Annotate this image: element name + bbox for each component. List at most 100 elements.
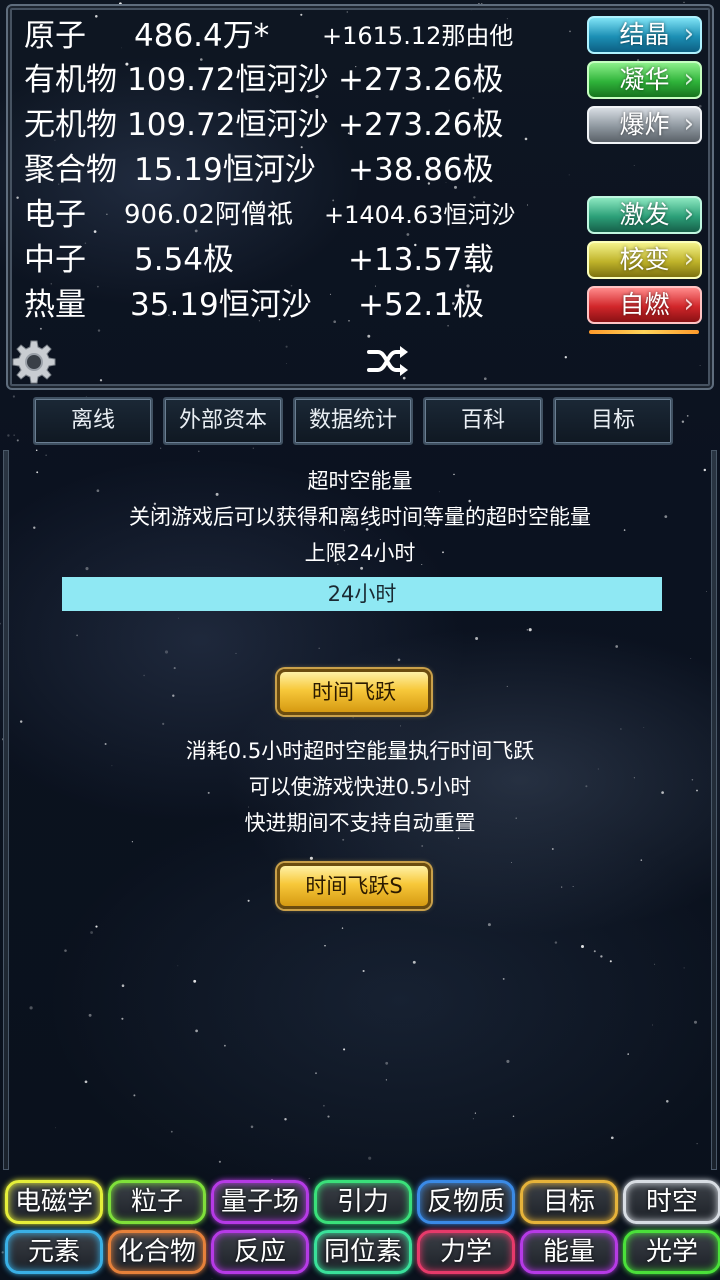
resource-rate: +38.86极 xyxy=(348,152,494,188)
star xyxy=(597,768,599,770)
star xyxy=(506,1059,510,1063)
nav-button-elements[interactable]: 元素 xyxy=(5,1230,103,1274)
star xyxy=(250,1125,254,1129)
sublimate-button[interactable]: 凝华 xyxy=(587,61,702,99)
resource-amount: 5.54极 xyxy=(134,242,235,278)
star xyxy=(593,950,596,953)
star xyxy=(706,590,707,592)
resource-amount: 109.72恒河沙 xyxy=(127,107,329,143)
star xyxy=(696,1143,698,1145)
star xyxy=(342,838,345,841)
explode-button[interactable]: 爆炸 xyxy=(587,106,702,144)
resource-row-heat: 热量 35.19恒河沙 +52.1极 xyxy=(24,283,584,327)
scroll-indicator xyxy=(589,330,699,334)
nuclear-change-button[interactable]: 核变 xyxy=(587,241,702,279)
resource-row-neutron: 中子 5.54极 +13.57载 xyxy=(24,238,584,282)
star xyxy=(526,629,528,631)
resource-name: 热量 xyxy=(24,287,86,323)
star xyxy=(35,449,38,452)
resource-rate: +13.57载 xyxy=(348,242,494,278)
star xyxy=(178,617,179,619)
combust-button[interactable]: 自燃 xyxy=(587,286,702,324)
resource-row-inorganic: 无机物 109.72恒河沙 +273.26极 xyxy=(24,103,584,147)
star xyxy=(308,1177,310,1179)
nav-button-optics[interactable]: 光学 xyxy=(623,1230,720,1274)
resource-rate: +273.26极 xyxy=(338,107,504,143)
star xyxy=(385,1061,389,1065)
crystallize-button[interactable]: 结晶 xyxy=(587,16,702,54)
excite-button[interactable]: 激发 xyxy=(587,196,702,234)
resource-amount: 906.02阿僧祇 xyxy=(124,200,293,230)
star xyxy=(627,1053,629,1055)
star xyxy=(652,1024,653,1026)
star xyxy=(211,1277,213,1279)
nav-button-spacetime[interactable]: 时空 xyxy=(623,1180,720,1224)
star xyxy=(620,728,622,730)
star xyxy=(643,727,645,729)
star xyxy=(95,925,98,928)
star xyxy=(352,717,354,719)
nav-button-mechanics[interactable]: 力学 xyxy=(417,1230,515,1274)
star xyxy=(88,1013,92,1017)
star xyxy=(475,637,479,640)
nav-button-goals[interactable]: 目标 xyxy=(520,1180,618,1224)
star xyxy=(143,674,145,677)
star xyxy=(683,1,685,4)
star xyxy=(512,1115,515,1118)
star xyxy=(309,856,313,860)
star xyxy=(397,658,401,662)
star xyxy=(224,1044,226,1047)
nav-button-gravity[interactable]: 引力 xyxy=(314,1180,412,1224)
star xyxy=(252,447,254,449)
tab-encyclopedia[interactable]: 百科 xyxy=(423,397,543,445)
star xyxy=(561,886,563,888)
tab-goals[interactable]: 目标 xyxy=(553,397,673,445)
tab-external-capital[interactable]: 外部资本 xyxy=(163,397,283,445)
resource-name: 聚合物 xyxy=(24,152,117,188)
star xyxy=(162,722,165,725)
nav-button-reactions[interactable]: 反应 xyxy=(211,1230,309,1274)
nav-button-compounds[interactable]: 化合物 xyxy=(108,1230,206,1274)
resource-name: 有机物 xyxy=(24,62,117,98)
nav-button-quantum-field[interactable]: 量子场 xyxy=(211,1180,309,1224)
star xyxy=(474,1112,476,1114)
time-jump-description-3: 快进期间不支持自动重置 xyxy=(244,811,476,835)
star xyxy=(506,685,508,687)
nav-button-particle[interactable]: 粒子 xyxy=(108,1180,206,1224)
star xyxy=(341,927,344,929)
star xyxy=(284,1117,287,1121)
energy-progress-bar: 24小时 xyxy=(62,577,662,611)
star xyxy=(1,1251,4,1254)
star xyxy=(600,955,603,958)
time-jump-button[interactable]: 时间飞跃 xyxy=(277,669,431,715)
resource-row-polymer: 聚合物 15.19恒河沙 +38.86极 xyxy=(24,148,584,192)
time-jump-s-button[interactable]: 时间飞跃S xyxy=(277,863,431,909)
star xyxy=(654,963,656,965)
nav-button-isotopes[interactable]: 同位素 xyxy=(314,1230,412,1274)
resource-rate: +1404.63恒河沙 xyxy=(324,201,516,229)
tab-statistics[interactable]: 数据统计 xyxy=(293,397,413,445)
star xyxy=(385,1079,388,1081)
resource-row-atom: 原子 486.4万* +1615.12那由他 xyxy=(24,14,584,58)
star xyxy=(16,439,19,442)
star xyxy=(133,1094,136,1097)
tab-offline[interactable]: 离线 xyxy=(33,397,153,445)
resource-rate: +52.1极 xyxy=(358,287,484,323)
star xyxy=(551,848,554,850)
star xyxy=(193,979,197,983)
star xyxy=(472,1118,474,1120)
resource-amount: 35.19恒河沙 xyxy=(130,287,312,323)
star xyxy=(511,862,512,863)
time-jump-description-1: 消耗0.5小时超时空能量执行时间飞跃 xyxy=(185,739,535,763)
shuffle-button[interactable] xyxy=(366,344,410,378)
settings-button[interactable] xyxy=(10,338,58,386)
resource-name: 电子 xyxy=(24,197,86,233)
star xyxy=(690,658,692,659)
nav-button-electromagnetism[interactable]: 电磁学 xyxy=(5,1180,103,1224)
nav-button-antimatter[interactable]: 反物质 xyxy=(417,1180,515,1224)
star xyxy=(315,1072,317,1075)
star xyxy=(121,1017,124,1020)
star xyxy=(235,652,237,654)
nav-button-energy[interactable]: 能量 xyxy=(520,1230,618,1274)
star xyxy=(195,1029,198,1033)
